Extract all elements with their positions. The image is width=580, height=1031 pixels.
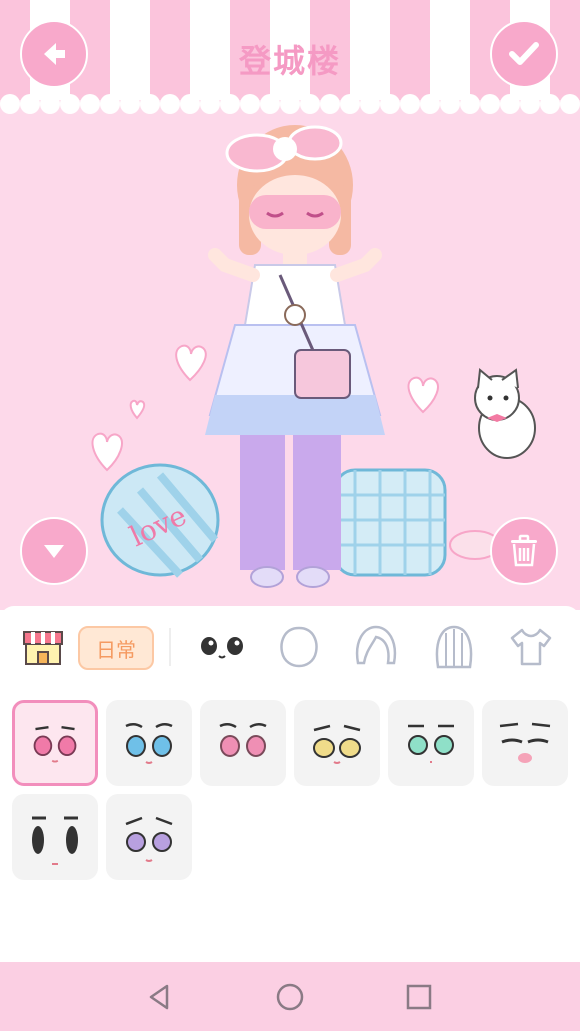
recents-square-icon xyxy=(406,984,432,1010)
face-preview xyxy=(125,723,173,764)
front-hair-icon xyxy=(355,625,397,665)
dressup-scene: 登城楼 love xyxy=(0,0,580,610)
face-preview xyxy=(219,723,267,757)
nav-home-button[interactable] xyxy=(273,980,307,1014)
back-triangle-icon xyxy=(149,984,169,1010)
tab-head[interactable] xyxy=(273,622,325,672)
face-option-3[interactable] xyxy=(200,700,286,786)
face-option-4[interactable] xyxy=(294,700,380,786)
nav-back-button[interactable] xyxy=(143,980,177,1014)
daily-category-button[interactable]: 日常 xyxy=(78,626,154,670)
tab-back-hair[interactable] xyxy=(428,622,480,672)
face-preview xyxy=(313,724,361,764)
tshirt-icon xyxy=(510,628,552,666)
item-panel: 日常 xyxy=(0,606,580,962)
triangle-down-icon xyxy=(44,545,64,558)
face-preview xyxy=(33,726,77,763)
nav-recents-button[interactable] xyxy=(402,980,436,1014)
face-preview xyxy=(125,816,173,862)
tab-face[interactable] xyxy=(196,622,248,672)
face-option-2[interactable] xyxy=(106,700,192,786)
shop-icon xyxy=(23,631,63,665)
system-nav-bar xyxy=(0,962,580,1031)
head-icon xyxy=(280,626,318,668)
home-circle-icon xyxy=(276,983,304,1011)
face-option-6[interactable] xyxy=(482,700,568,786)
category-toolbar: 日常 xyxy=(0,606,580,688)
character-avatar xyxy=(205,125,385,588)
face-option-8[interactable] xyxy=(106,794,192,880)
face-preview xyxy=(499,722,551,763)
shop-button[interactable] xyxy=(22,626,64,668)
divider xyxy=(169,628,171,666)
tab-front-hair[interactable] xyxy=(350,622,402,672)
collapse-button[interactable] xyxy=(20,517,88,585)
back-hair-icon xyxy=(435,625,473,669)
face-option-5[interactable] xyxy=(388,700,474,786)
eyes-icon xyxy=(201,637,243,659)
tab-clothes[interactable] xyxy=(505,622,557,672)
delete-button[interactable] xyxy=(490,517,558,585)
face-preview xyxy=(408,724,454,763)
trash-icon xyxy=(511,534,537,567)
face-option-1[interactable] xyxy=(12,700,98,786)
face-preview xyxy=(32,816,78,865)
cat-decoration xyxy=(474,368,536,459)
face-option-7[interactable] xyxy=(12,794,98,880)
